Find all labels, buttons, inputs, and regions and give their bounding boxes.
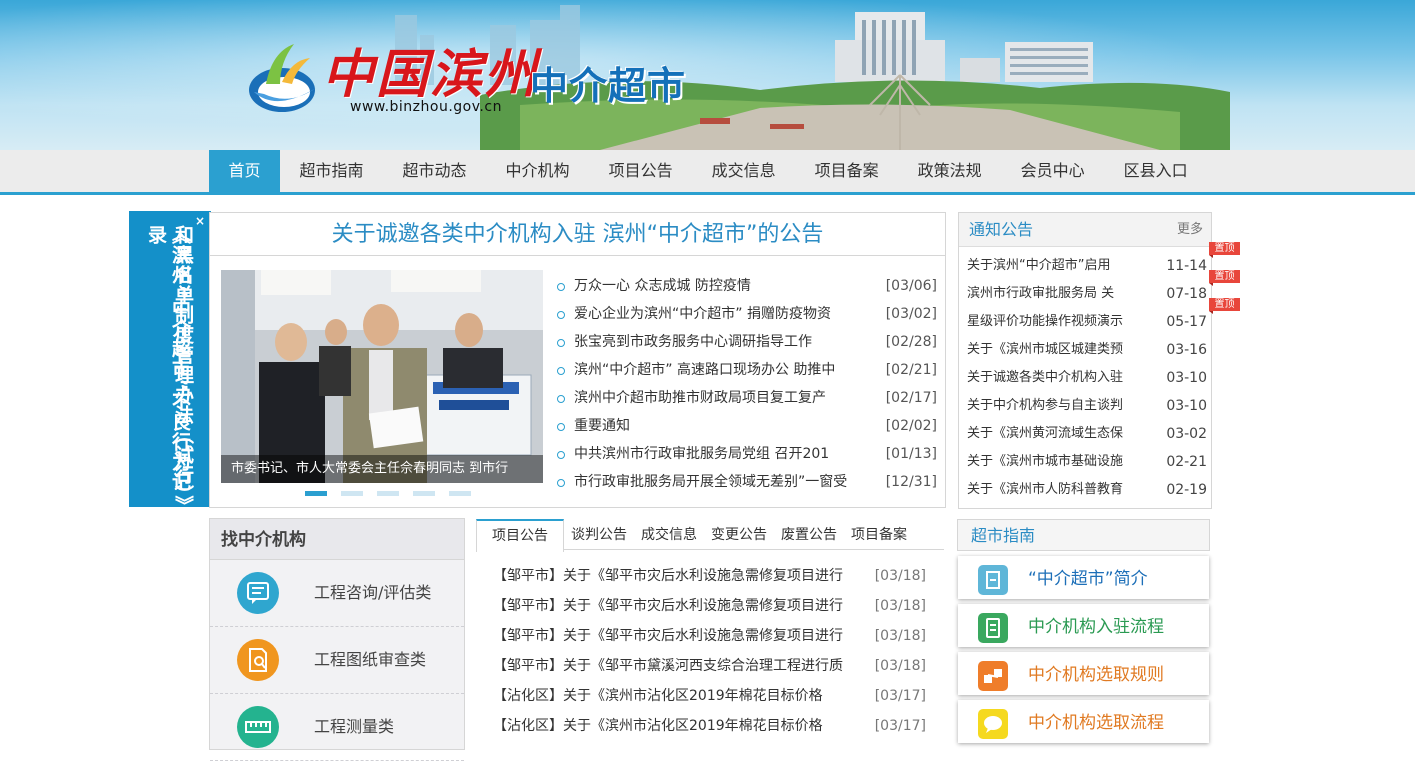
header-banner: 中国滨州 中介超市 www.binzhou.gov.cn [0, 0, 1415, 150]
agency-category-label: 工程图纸审查类 [314, 650, 427, 669]
notice-header: 通知公告 更多 [959, 213, 1211, 247]
agency-category-consulting[interactable]: 工程咨询/评估类 [210, 560, 464, 627]
list-item[interactable]: 滨州市行政审批服务局 关 07-18 [967, 280, 1207, 308]
notice-list: 关于滨州“中介超市”启用 11-14 滨州市行政审批服务局 关 07-18 星级评价… [967, 252, 1207, 504]
nav-item-announcements[interactable]: 项目公告 [589, 150, 692, 192]
pinned-badge: 置顶 [1209, 242, 1240, 258]
list-item[interactable]: 【邹平市】关于《邹平市灾后水利设施急需修复项目进行 [03/18] [476, 561, 944, 591]
news-photo[interactable]: 市委书记、市人大常委会主任佘春明同志 到市行 [221, 270, 543, 483]
cityscape-image [395, 5, 1230, 150]
pinned-badge: 置顶 [1209, 270, 1240, 286]
list-item[interactable]: 【沾化区】关于《滨州市沾化区2019年棉花目标价格 [03/17] [476, 711, 944, 741]
slider-dot-3[interactable] [377, 491, 399, 496]
guide-item-label: 中介机构选取规则 [1028, 665, 1164, 685]
find-agency-panel: 找中介机构 工程咨询/评估类 工程图纸审查类 工程测量类 [209, 518, 465, 761]
slider-dot-1[interactable] [305, 491, 327, 496]
nav-item-districts[interactable]: 区县入口 [1104, 150, 1207, 192]
tab-filing[interactable]: 项目备案 [844, 519, 914, 549]
logo-emblem-icon [249, 44, 316, 112]
agency-category-surveying[interactable]: 工程测量类 [210, 694, 464, 761]
headline-title[interactable]: 关于诚邀各类中介机构入驻 滨州“中介超市”的公告 [210, 213, 945, 256]
side-floating-ad[interactable]: × 和黑名单制度管理办法（试行）》 《滨州“中介超市”不良行为记录 [129, 211, 211, 516]
nav-item-member[interactable]: 会员中心 [1001, 150, 1104, 192]
slider-dot-5[interactable] [449, 491, 471, 496]
nav-item-news[interactable]: 超市动态 [383, 150, 486, 192]
announcement-list: 【邹平市】关于《邹平市灾后水利设施急需修复项目进行 [03/18] 【邹平市】关于… [476, 561, 944, 741]
nav-item-policy[interactable]: 政策法规 [898, 150, 1001, 192]
tab-bar: 项目公告 谈判公告 成交信息 变更公告 废置公告 项目备案 [476, 519, 944, 552]
list-item[interactable]: 关于中介机构参与自主谈判 03-10 [967, 392, 1207, 420]
nav-item-guide[interactable]: 超市指南 [280, 150, 383, 192]
close-icon[interactable]: × [195, 214, 205, 228]
headline-news-list: 万众一心 众志成城 防控疫情 [03/06] 爱心企业为滨州“中介超市” 捐赠防疫… [555, 272, 937, 496]
guide-item-selection-rules[interactable]: 中介机构选取规则 [958, 652, 1209, 695]
list-item[interactable]: 关于《滨州黄河流域生态保 03-02 [967, 420, 1207, 448]
consult-icon [237, 572, 279, 614]
list-item[interactable]: 滨州“中介超市” 高速路口现场办公 助推中 [02/21] [555, 356, 937, 384]
slider-dot-4[interactable] [413, 491, 435, 496]
slider-dots [305, 491, 471, 496]
tab-negotiation[interactable]: 谈判公告 [564, 519, 634, 549]
agency-category-label: 工程咨询/评估类 [314, 583, 432, 602]
list-item[interactable]: 星级评价功能操作视频演示 05-17 [967, 308, 1207, 336]
market-guide-panel: 超市指南 “中介超市”简介 中介机构入驻流程 中介机构选取规则 中介机构选取流程 [957, 519, 1210, 749]
nav-item-home[interactable]: 首页 [209, 150, 281, 192]
guide-item-label: 中介机构选取流程 [1028, 713, 1164, 733]
news-photo-image [221, 270, 543, 483]
tab-voided[interactable]: 废置公告 [774, 519, 844, 549]
logo-text: 中国滨州 [322, 44, 539, 105]
list-item[interactable]: 【邹平市】关于《邹平市灾后水利设施急需修复项目进行 [03/18] [476, 621, 944, 651]
notice-title: 通知公告 [969, 220, 1034, 239]
photo-caption: 市委书记、市人大常委会主任佘春明同志 到市行 [221, 455, 543, 483]
rules-icon [978, 661, 1008, 691]
list-item[interactable]: 爱心企业为滨州“中介超市” 捐赠防疫物资 [03/02] [555, 300, 937, 328]
chat-icon [978, 709, 1008, 739]
headline-panel: 关于诚邀各类中介机构入驻 滨州“中介超市”的公告 市委书记、市人大常委会主任佘春… [209, 212, 946, 508]
guide-item-intro[interactable]: “中介超市”简介 [958, 556, 1209, 599]
tab-deals[interactable]: 成交信息 [634, 519, 704, 549]
list-item[interactable]: 张宝亮到市政务服务中心调研指导工作 [02/28] [555, 328, 937, 356]
list-item[interactable]: 关于《滨州市城区城建类预 03-16 [967, 336, 1207, 364]
market-guide-title: 超市指南 [957, 519, 1210, 551]
announcement-tabs-panel: 项目公告 谈判公告 成交信息 变更公告 废置公告 项目备案 【邹平市】关于《邹平… [476, 519, 944, 749]
tab-changes[interactable]: 变更公告 [704, 519, 774, 549]
guide-item-selection-process[interactable]: 中介机构选取流程 [958, 700, 1209, 743]
nav-item-filing[interactable]: 项目备案 [795, 150, 898, 192]
agency-category-label: 工程测量类 [314, 717, 395, 736]
list-item[interactable]: 万众一心 众志成城 防控疫情 [03/06] [555, 272, 937, 300]
logo-subtitle: 中介超市 [530, 64, 687, 108]
list-item[interactable]: 【邹平市】关于《邹平市灾后水利设施急需修复项目进行 [03/18] [476, 591, 944, 621]
agency-category-drawing-review[interactable]: 工程图纸审查类 [210, 627, 464, 694]
ruler-icon [237, 706, 279, 748]
drawing-review-icon [237, 639, 279, 681]
list-item[interactable]: 滨州中介超市助推市财政局项目复工复产 [02/17] [555, 384, 937, 412]
intro-icon [978, 565, 1008, 595]
document-icon [978, 613, 1008, 643]
list-item[interactable]: 市行政审批服务局开展全领域无差别”一窗受 [12/31] [555, 468, 937, 496]
list-item[interactable]: 中共滨州市行政审批服务局党组 召开201 [01/13] [555, 440, 937, 468]
more-link[interactable]: 更多 [1177, 213, 1203, 247]
tab-project-announcements[interactable]: 项目公告 [476, 519, 564, 552]
guide-item-label: “中介超市”简介 [1028, 569, 1148, 589]
list-item[interactable]: 关于《滨州市城市基础设施 02-21 [967, 448, 1207, 476]
slider-dot-2[interactable] [341, 491, 363, 496]
notice-panel: 通知公告 更多 关于滨州“中介超市”启用 11-14 滨州市行政审批服务局 关 07… [958, 212, 1212, 509]
list-item[interactable]: 关于《滨州市人防科普教育 02-19 [967, 476, 1207, 504]
list-item[interactable]: 关于滨州“中介超市”启用 11-14 [967, 252, 1207, 280]
pinned-badge: 置顶 [1209, 298, 1240, 314]
side-ad-text-2: 《滨州“中介超市”不良行为记录 [145, 225, 191, 492]
guide-item-label: 中介机构入驻流程 [1028, 617, 1164, 637]
list-item[interactable]: 重要通知 [02/02] [555, 412, 937, 440]
list-item[interactable]: 【邹平市】关于《邹平市黛溪河西支综合治理工程进行质 [03/18] [476, 651, 944, 681]
find-agency-title: 找中介机构 [210, 519, 464, 560]
list-item[interactable]: 关于诚邀各类中介机构入驻 03-10 [967, 364, 1207, 392]
list-item[interactable]: 【沾化区】关于《滨州市沾化区2019年棉花目标价格 [03/17] [476, 681, 944, 711]
main-nav: 首页 超市指南 超市动态 中介机构 项目公告 成交信息 项目备案 政策法规 会员… [0, 150, 1415, 195]
guide-item-entry-process[interactable]: 中介机构入驻流程 [958, 604, 1209, 647]
nav-item-deals[interactable]: 成交信息 [692, 150, 795, 192]
logo-url: www.binzhou.gov.cn [350, 99, 502, 115]
nav-item-agencies[interactable]: 中介机构 [486, 150, 589, 192]
